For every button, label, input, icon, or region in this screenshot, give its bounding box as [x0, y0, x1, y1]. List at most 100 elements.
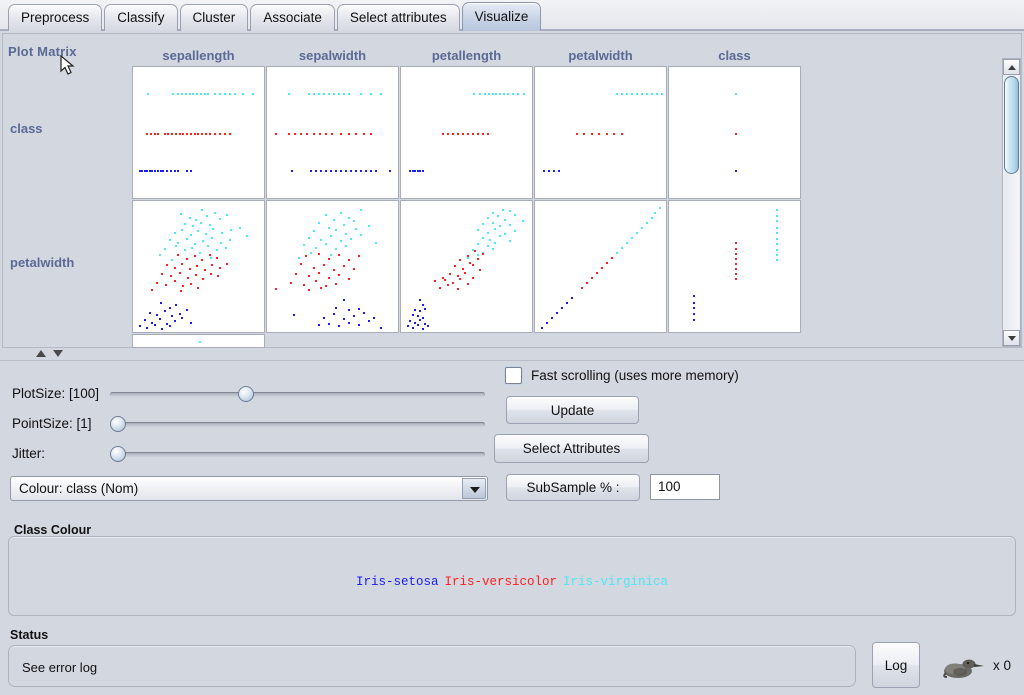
chevron-down-icon[interactable] — [462, 478, 486, 499]
data-point — [205, 233, 207, 235]
data-point — [598, 133, 600, 135]
class-legend-iris-setosa[interactable]: Iris-setosa — [353, 575, 442, 589]
data-point — [472, 264, 474, 266]
data-point — [191, 247, 193, 249]
pointsize-slider-track[interactable] — [110, 422, 485, 427]
data-point — [230, 229, 232, 231]
data-point — [171, 259, 173, 261]
data-point — [735, 253, 737, 255]
data-point — [202, 278, 204, 280]
class-legend-iris-virginica[interactable]: Iris-virginica — [560, 575, 671, 589]
data-point — [591, 133, 593, 135]
data-point — [616, 252, 618, 254]
scrollbar-thumb[interactable] — [1004, 76, 1019, 174]
scatter-cell-petalwidth-vs-petallength[interactable] — [400, 200, 533, 333]
row-label-class[interactable]: class — [10, 121, 43, 136]
class-colour-legend[interactable]: Iris-setosaIris-versicolorIris-virginica — [0, 575, 1024, 589]
column-label-sepallength[interactable]: sepallength — [132, 48, 265, 63]
fast-scrolling-row[interactable]: Fast scrolling (uses more memory) — [505, 367, 739, 384]
data-point — [298, 257, 300, 259]
fast-scrolling-checkbox[interactable] — [505, 367, 522, 384]
scroll-down-button[interactable] — [1003, 330, 1020, 346]
jitter-slider-knob[interactable] — [110, 446, 126, 462]
data-point — [333, 269, 335, 271]
data-point — [571, 297, 573, 299]
data-point — [323, 317, 325, 319]
data-point — [224, 133, 226, 135]
data-point — [467, 283, 469, 285]
data-point — [221, 232, 223, 234]
matrix-resize-arrows[interactable] — [36, 350, 63, 357]
triangle-down-icon[interactable] — [53, 350, 63, 357]
scatter-cell-petalwidth-vs-class[interactable] — [668, 200, 801, 333]
data-point — [209, 254, 211, 256]
pointsize-slider[interactable] — [110, 416, 485, 432]
plot-matrix-scrollbar[interactable] — [1002, 58, 1021, 347]
data-point — [229, 239, 231, 241]
data-point — [492, 93, 494, 95]
data-point — [477, 254, 479, 256]
data-point — [522, 220, 524, 222]
column-label-class[interactable]: class — [668, 48, 801, 63]
column-label-petallength[interactable]: petallength — [400, 48, 533, 63]
data-point — [319, 133, 321, 135]
data-point — [325, 133, 327, 135]
data-point — [656, 93, 658, 95]
data-point — [175, 304, 177, 306]
tab-cluster[interactable]: Cluster — [180, 4, 249, 31]
data-point — [151, 170, 153, 172]
data-point — [419, 170, 421, 172]
data-point — [348, 278, 350, 280]
data-point — [177, 170, 179, 172]
data-point — [166, 264, 168, 266]
scatter-cell-petalwidth-vs-sepallength[interactable] — [132, 200, 265, 333]
scatter-cell-petalwidth-vs-petalwidth[interactable] — [534, 200, 667, 333]
class-legend-iris-versicolor[interactable]: Iris-versicolor — [441, 575, 560, 589]
tab-classify[interactable]: Classify — [104, 4, 177, 31]
scroll-up-button[interactable] — [1003, 59, 1020, 75]
jitter-slider[interactable] — [110, 446, 485, 462]
data-point — [424, 323, 426, 325]
column-label-sepalwidth[interactable]: sepalwidth — [266, 48, 399, 63]
data-point — [207, 245, 209, 247]
data-point — [310, 252, 312, 254]
data-point — [380, 93, 382, 95]
data-point — [177, 242, 179, 244]
data-point — [328, 323, 330, 325]
data-point — [162, 170, 164, 172]
data-point — [661, 93, 663, 95]
log-button[interactable]: Log — [872, 642, 920, 688]
tab-preprocess[interactable]: Preprocess — [8, 4, 102, 31]
colour-attribute-select[interactable]: Colour: class (Nom) — [10, 476, 488, 501]
subsample-input[interactable]: 100 — [650, 474, 720, 500]
subsample-button[interactable]: SubSample % : — [506, 474, 640, 501]
column-label-petalwidth[interactable]: petalwidth — [534, 48, 667, 63]
plotsize-slider-track[interactable] — [110, 392, 485, 397]
data-point — [318, 93, 320, 95]
jitter-slider-track[interactable] — [110, 452, 485, 457]
tab-select-attributes[interactable]: Select attributes — [337, 4, 460, 31]
update-button[interactable]: Update — [506, 396, 639, 424]
data-point — [439, 287, 441, 289]
tab-associate[interactable]: Associate — [250, 4, 335, 31]
data-point — [165, 284, 167, 286]
triangle-up-icon[interactable] — [36, 350, 46, 357]
data-point — [417, 315, 419, 317]
scatter-cell-class-vs-sepalwidth[interactable] — [266, 66, 399, 199]
data-point — [636, 232, 638, 234]
plotsize-slider-knob[interactable] — [238, 386, 254, 402]
scatter-cell-class-vs-petallength[interactable] — [400, 66, 533, 199]
data-point — [350, 170, 352, 172]
weka-bird-icon[interactable] — [938, 655, 986, 681]
data-point — [583, 133, 585, 135]
scatter-cell-class-vs-class[interactable] — [668, 66, 801, 199]
pointsize-slider-knob[interactable] — [110, 416, 126, 432]
scatter-cell-class-vs-sepallength[interactable] — [132, 66, 265, 199]
select-attributes-button[interactable]: Select Attributes — [494, 434, 649, 463]
scatter-cell-partial-vs-sepallength[interactable] — [132, 334, 265, 348]
scatter-cell-class-vs-petalwidth[interactable] — [534, 66, 667, 199]
scatter-cell-petalwidth-vs-sepalwidth[interactable] — [266, 200, 399, 333]
tab-visualize[interactable]: Visualize — [462, 2, 542, 31]
plotsize-slider[interactable] — [110, 386, 485, 402]
row-label-petalwidth[interactable]: petalwidth — [10, 255, 74, 270]
